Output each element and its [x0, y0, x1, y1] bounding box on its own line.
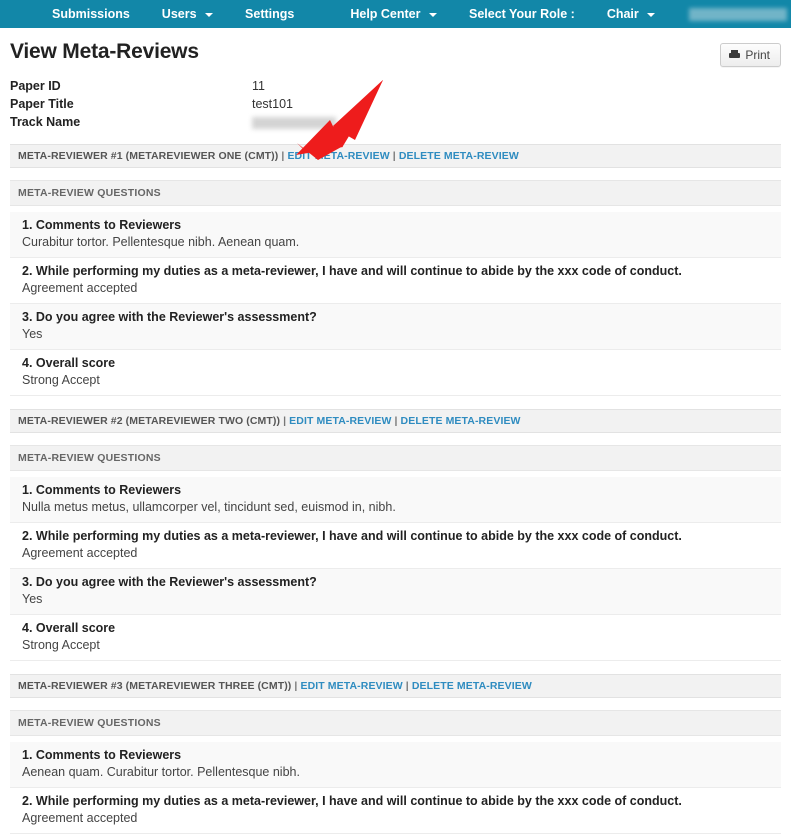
question-answer-row: 2. While performing my duties as a meta-…	[10, 258, 781, 304]
meta-review-block: META-REVIEWER #3 (METAREVIEWER THREE (CM…	[10, 674, 781, 834]
meta-review-block: META-REVIEWER #2 (METAREVIEWER TWO (CMT)…	[10, 409, 781, 661]
nav-item-settings[interactable]: Settings	[229, 0, 310, 28]
chevron-down-icon	[647, 12, 656, 17]
detail-value-redacted	[252, 113, 336, 131]
delete-meta-review-link[interactable]: DELETE META-REVIEW	[401, 415, 521, 427]
nav-item-users[interactable]: Users	[146, 0, 229, 28]
question-text: 1. Comments to Reviewers	[22, 218, 182, 232]
edit-meta-review-link[interactable]: EDIT META-REVIEW	[287, 150, 389, 162]
question-answer-row: 1. Comments to Reviewers Nulla metus metu…	[10, 477, 781, 523]
detail-row-paper-title: Paper Title test101	[10, 95, 781, 113]
answer-text: Agreement accepted	[22, 546, 138, 560]
question-text: 4. Overall score	[22, 356, 116, 370]
detail-label: Track Name	[10, 115, 81, 129]
question-text: 2. While performing my duties as a meta-…	[22, 794, 682, 808]
header-separator: |	[392, 150, 396, 162]
question-answer-row: 3. Do you agree with the Reviewer's asse…	[10, 304, 781, 350]
question-answer-row: 3. Do you agree with the Reviewer's asse…	[10, 569, 781, 615]
page-content: View Meta-Reviews Print Paper ID 11 Pape…	[0, 28, 791, 834]
header-separator: |	[283, 415, 287, 427]
meta-review-header: META-REVIEWER #3 (METAREVIEWER THREE (CM…	[10, 674, 781, 698]
select-your-role-label: Select Your Role :	[468, 7, 575, 21]
nav-item-settings-label: Settings	[245, 7, 295, 21]
meta-review-questions-bar: META-REVIEW QUESTIONS	[10, 445, 781, 471]
meta-reviewer-title: META-REVIEWER #3 (METAREVIEWER THREE (CM…	[18, 680, 292, 692]
detail-row-track-name: Track Name	[10, 113, 781, 131]
edit-meta-review-link[interactable]: EDIT META-REVIEW	[289, 415, 391, 427]
print-button-label: Print	[745, 48, 770, 62]
paper-details: Paper ID 11 Paper Title test101 Track Na…	[10, 77, 781, 131]
meta-review-block: META-REVIEWER #1 (METAREVIEWER ONE (CMT)…	[10, 144, 781, 396]
delete-meta-review-link[interactable]: DELETE META-REVIEW	[412, 680, 532, 692]
header-separator: |	[405, 680, 409, 692]
question-text: 2. While performing my duties as a meta-…	[22, 529, 682, 543]
question-text: 1. Comments to Reviewers	[22, 483, 182, 497]
meta-reviewer-title: META-REVIEWER #1 (METAREVIEWER ONE (CMT)…	[18, 150, 279, 162]
answer-text: Yes	[22, 592, 43, 606]
answer-text: Curabitur tortor. Pellentesque nibh. Aen…	[22, 235, 300, 249]
detail-value: 11	[252, 79, 265, 93]
redacted-track-name	[252, 116, 336, 129]
question-text: 1. Comments to Reviewers	[22, 748, 182, 762]
question-answer-row: 2. While performing my duties as a meta-…	[10, 523, 781, 569]
question-answer-row: 4. Overall score Strong Accept	[10, 615, 781, 661]
question-text: 3. Do you agree with the Reviewer's asse…	[22, 310, 317, 324]
meta-reviews-list: META-REVIEWER #1 (METAREVIEWER ONE (CMT)…	[10, 144, 781, 834]
detail-label: Paper ID	[10, 79, 61, 93]
page-title-row: View Meta-Reviews Print	[10, 28, 781, 67]
nav-item-role-chair-label: Chair	[606, 7, 639, 21]
header-separator: |	[394, 415, 398, 427]
answer-text: Agreement accepted	[22, 281, 138, 295]
nav-item-submissions-label: Submissions	[52, 7, 130, 21]
question-answer-row: 4. Overall score Strong Accept	[10, 350, 781, 396]
question-answer-list: 1. Comments to Reviewers Aenean quam. Cur…	[10, 742, 781, 834]
meta-reviewer-title: META-REVIEWER #2 (METAREVIEWER TWO (CMT)…	[18, 415, 281, 427]
meta-review-header: META-REVIEWER #2 (METAREVIEWER TWO (CMT)…	[10, 409, 781, 433]
answer-text: Yes	[22, 327, 43, 341]
print-button[interactable]: Print	[720, 43, 781, 67]
answer-text: Strong Accept	[22, 373, 100, 387]
meta-review-questions-bar: META-REVIEW QUESTIONS	[10, 710, 781, 736]
nav-item-help-center-label: Help Center	[350, 7, 421, 21]
navbar-left-group: Submissions Users Settings	[36, 0, 310, 28]
top-navbar: Submissions Users Settings Help Center S…	[0, 0, 791, 28]
meta-review-header: META-REVIEWER #1 (METAREVIEWER ONE (CMT)…	[10, 144, 781, 168]
nav-item-users-label: Users	[161, 7, 197, 21]
meta-review-questions-bar: META-REVIEW QUESTIONS	[10, 180, 781, 206]
answer-text: Strong Accept	[22, 638, 100, 652]
question-answer-row: 2. While performing my duties as a meta-…	[10, 788, 781, 834]
chevron-down-icon	[428, 12, 437, 17]
question-answer-list: 1. Comments to Reviewers Curabitur tortor…	[10, 212, 781, 396]
nav-item-role-chair[interactable]: Chair	[591, 0, 671, 28]
delete-meta-review-link[interactable]: DELETE META-REVIEW	[399, 150, 519, 162]
answer-text: Agreement accepted	[22, 811, 138, 825]
page-title: View Meta-Reviews	[10, 40, 199, 63]
answer-text: Aenean quam. Curabitur tortor. Pellentes…	[22, 765, 300, 779]
answer-text: Nulla metus metus, ullamcorper vel, tinc…	[22, 500, 396, 514]
question-text: 2. While performing my duties as a meta-…	[22, 264, 682, 278]
nav-item-submissions[interactable]: Submissions	[36, 0, 146, 28]
question-text: 3. Do you agree with the Reviewer's asse…	[22, 575, 317, 589]
question-answer-list: 1. Comments to Reviewers Nulla metus metu…	[10, 477, 781, 661]
edit-meta-review-link[interactable]: EDIT META-REVIEW	[300, 680, 402, 692]
question-answer-row: 1. Comments to Reviewers Aenean quam. Cur…	[10, 742, 781, 788]
detail-row-paper-id: Paper ID 11	[10, 77, 781, 95]
detail-label: Paper Title	[10, 97, 74, 111]
question-answer-row: 1. Comments to Reviewers Curabitur tortor…	[10, 212, 781, 258]
chevron-down-icon	[205, 12, 214, 17]
redacted-user-name[interactable]	[689, 7, 788, 21]
nav-item-help-center[interactable]: Help Center	[334, 0, 453, 28]
navbar-center-group: Help Center Select Your Role : Chair	[334, 0, 791, 28]
printer-icon	[729, 50, 741, 60]
question-text: 4. Overall score	[22, 621, 116, 635]
detail-value: test101	[252, 97, 294, 111]
